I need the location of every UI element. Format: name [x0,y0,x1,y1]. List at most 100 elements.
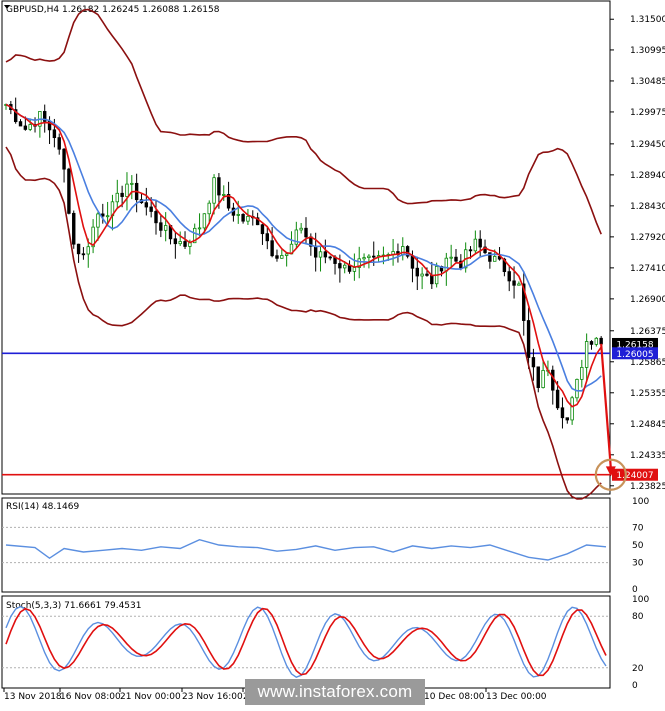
price-tick-label: 1.28430 [630,202,665,212]
candle-body [72,212,76,245]
candle-body [551,369,555,391]
candle-body [594,337,599,345]
stoch-tick-label: 0 [632,681,638,691]
price-tick-label: 1.30995 [630,46,665,56]
candle-body [57,137,61,150]
candle-body [236,214,240,216]
candle-body [541,370,545,388]
price-tick-label: 1.27410 [630,264,665,274]
candle-body [555,389,560,409]
candle-body [473,238,478,252]
candle-body [343,264,347,269]
rsi-tick-label: 100 [632,497,649,507]
rsi-tick-label: 50 [632,541,644,551]
projection-arrow-shaft [600,343,612,469]
price-tick-label: 1.23825 [630,482,665,492]
candle-body [444,257,449,272]
x-axis-label: 16 Nov 08:00 [60,692,121,702]
candle-body [125,183,129,197]
candle-body [449,256,453,259]
candle-body [478,238,482,248]
candle-body [212,177,216,204]
candle-body [120,192,124,197]
candle-body [183,241,187,247]
candle-body [526,320,531,358]
stoch-main-line [5,605,607,678]
chart-canvas: 1.31500 1.30995 1.30485 1.29975 1.29450 1.289… [1,0,665,702]
candle-body [430,275,434,285]
stoch-signal-line [5,607,607,677]
candle-body [280,255,284,259]
candle-body [76,243,81,255]
candle-body [367,255,371,259]
candle-body [517,283,521,286]
candle-body [565,417,569,421]
price-tick-label: 1.24845 [630,420,665,430]
candle-body [575,378,579,399]
price-tick-label: 1.25355 [630,389,665,399]
price-tick-label: 1.26900 [630,295,665,305]
candle-body [197,227,202,230]
candle-body [62,148,66,170]
x-axis-label: 10 Dec 08:00 [424,692,485,702]
candle-body [222,194,226,196]
price-header: GBPUSD,H4 1.26182 1.26245 1.26088 1.2615… [6,5,220,15]
rsi-tick-label: 30 [632,559,644,569]
stoch-tick-label: 100 [632,595,649,605]
candle-body [130,182,134,185]
candle-body [96,213,100,228]
candle-body [512,280,516,286]
candle-body [584,341,589,368]
candle-body [318,251,323,258]
candle-body [202,213,207,229]
candle-body [265,233,269,242]
rsi-tick-label: 0 [632,585,638,595]
x-axis-label: 21 Nov 00:00 [120,692,181,702]
price-tick-label: 1.29975 [630,108,665,118]
price-label-text: 1.26005 [616,350,653,360]
candle-body [560,407,565,419]
candle-body [531,357,536,368]
bollinger-lower-band [5,146,602,500]
candle-body [163,225,168,231]
candle-body [144,202,149,208]
candle-body [217,177,221,196]
candle-body [425,273,429,276]
watermark: www.instaforex.com [245,679,425,705]
x-axis-label: 13 Dec 00:00 [486,692,547,702]
candle-body [275,255,279,259]
price-tick-label: 1.28940 [630,171,665,181]
candle-body [81,253,86,256]
price-label-text: 1.24007 [616,471,653,481]
moving-average-slow [5,103,602,392]
candle-body [580,367,584,380]
candle-body [52,129,57,139]
price-tick-label: 1.31500 [630,15,665,25]
candle-body [372,255,376,258]
x-axis-label: 23 Nov 16:00 [182,692,243,702]
candle-body [207,202,211,215]
candle-body [284,253,289,256]
candle-body [420,273,424,277]
chart-root: 1.31500 1.30995 1.30485 1.29975 1.29450 1.289… [0,0,665,707]
bollinger-upper-band [5,8,602,235]
rsi-line [5,538,607,561]
candle-body [362,257,366,260]
candle-body [323,251,328,258]
candle-body [270,240,274,257]
rsi-tick-label: 70 [632,523,644,533]
candle-body [173,238,178,245]
candle-body [299,227,303,231]
moving-average-fast [5,103,602,408]
candle-body [536,366,540,388]
price-tick-label: 1.30485 [630,77,665,87]
candle-body [28,124,32,130]
candle-body [313,245,318,258]
price-tick-label: 1.29450 [630,140,665,150]
candle-body [18,121,23,127]
candle-body [410,255,415,269]
rsi-header: RSI(14) 48.1469 [6,502,79,512]
candle-body [589,341,594,345]
candle-body [159,222,163,231]
candle-body [149,206,153,212]
